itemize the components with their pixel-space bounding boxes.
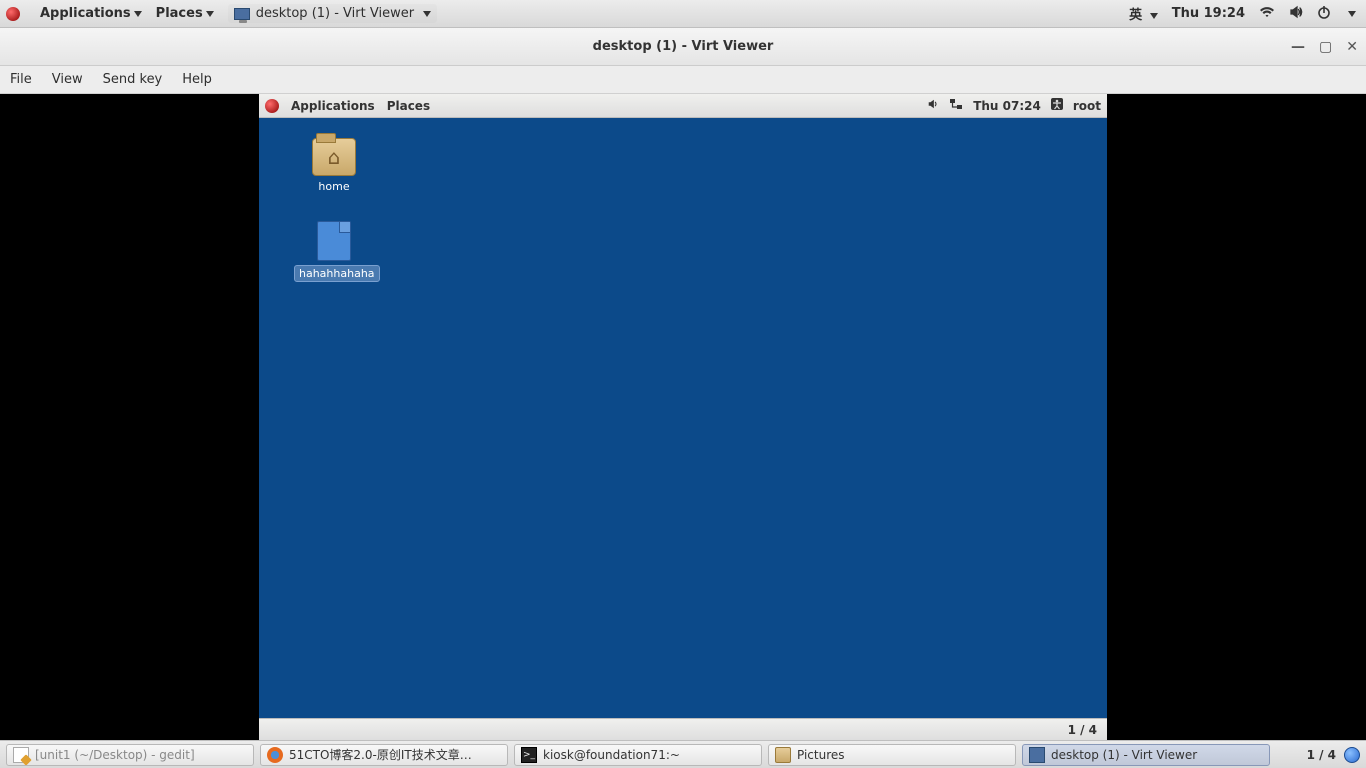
caret-down-icon <box>206 11 214 17</box>
network-icon[interactable] <box>949 98 963 114</box>
folder-icon <box>312 138 356 176</box>
guest-user-label[interactable]: root <box>1073 99 1101 113</box>
monitor-icon <box>234 8 250 20</box>
taskbar-item-firefox[interactable]: 51CTO博客2.0-原创IT技术文章… <box>260 744 508 766</box>
power-icon[interactable] <box>1317 5 1331 23</box>
caret-down-icon <box>134 11 142 17</box>
close-button[interactable]: ✕ <box>1346 39 1358 55</box>
folder-icon <box>775 747 791 763</box>
menu-sendkey[interactable]: Send key <box>103 72 163 87</box>
monitor-icon <box>1029 747 1045 763</box>
show-desktop-icon[interactable] <box>1344 747 1360 763</box>
volume-icon[interactable] <box>927 98 939 114</box>
guest-places-menu[interactable]: Places <box>387 99 430 113</box>
menu-file[interactable]: File <box>10 72 32 87</box>
firefox-icon <box>267 747 283 763</box>
taskbar-label: 51CTO博客2.0-原创IT技术文章… <box>289 746 472 763</box>
host-clock[interactable]: Thu 19:24 <box>1172 6 1245 21</box>
maximize-button[interactable]: ▢ <box>1319 39 1332 55</box>
file-icon <box>317 221 351 261</box>
desktop-icon-file[interactable]: hahahhahaha <box>294 221 374 282</box>
taskbar-item-gedit[interactable]: [unit1 (~/Desktop) - gedit] <box>6 744 254 766</box>
guest-bottom-panel: 1 / 4 <box>259 718 1107 740</box>
taskbar-item-pictures[interactable]: Pictures <box>768 744 1016 766</box>
top-running-app-label: desktop (1) - Virt Viewer <box>256 6 414 21</box>
caret-down-icon <box>1150 13 1158 19</box>
taskbar-item-virtviewer[interactable]: desktop (1) - Virt Viewer <box>1022 744 1270 766</box>
terminal-icon: >_ <box>521 747 537 763</box>
volume-icon[interactable] <box>1289 5 1303 23</box>
menu-view[interactable]: View <box>52 72 83 87</box>
minimize-button[interactable]: — <box>1291 39 1305 55</box>
host-top-panel: Applications Places desktop (1) - Virt V… <box>0 0 1366 28</box>
redhat-logo-icon <box>265 99 279 113</box>
places-menu[interactable]: Places <box>156 6 214 21</box>
guest-viewport: Applications Places Thu 07:24 root <box>0 94 1366 740</box>
desktop-icon-home[interactable]: home <box>294 138 374 193</box>
icon-label: hahahhahaha <box>294 265 380 282</box>
window-titlebar[interactable]: desktop (1) - Virt Viewer — ▢ ✕ <box>0 28 1366 66</box>
guest-workspace-indicator[interactable]: 1 / 4 <box>1068 723 1097 737</box>
redhat-logo-icon <box>6 7 20 21</box>
wifi-icon[interactable] <box>1259 5 1275 22</box>
guest-screen[interactable]: Applications Places Thu 07:24 root <box>259 94 1107 740</box>
menubar: File View Send key Help <box>0 66 1366 94</box>
caret-down-icon <box>423 11 431 17</box>
guest-applications-menu[interactable]: Applications <box>291 99 375 113</box>
menu-help[interactable]: Help <box>182 72 212 87</box>
caret-down-icon <box>1348 11 1356 17</box>
guest-desktop[interactable]: home hahahhahaha <box>259 118 1107 718</box>
host-workspace-indicator[interactable]: 1 / 4 <box>1307 748 1336 762</box>
taskbar-label: kiosk@foundation71:~ <box>543 748 680 762</box>
taskbar-label: Pictures <box>797 748 845 762</box>
icon-label: home <box>318 180 349 193</box>
guest-top-panel: Applications Places Thu 07:24 root <box>259 94 1107 118</box>
taskbar-item-terminal[interactable]: >_ kiosk@foundation71:~ <box>514 744 762 766</box>
gedit-icon <box>13 747 29 763</box>
top-running-app[interactable]: desktop (1) - Virt Viewer <box>228 4 437 23</box>
accessibility-icon[interactable] <box>1051 98 1063 114</box>
host-bottom-panel: [unit1 (~/Desktop) - gedit] 51CTO博客2.0-原… <box>0 740 1366 768</box>
taskbar-label: [unit1 (~/Desktop) - gedit] <box>35 748 195 762</box>
virt-viewer-window: desktop (1) - Virt Viewer — ▢ ✕ File Vie… <box>0 28 1366 740</box>
window-title: desktop (1) - Virt Viewer <box>593 39 774 54</box>
taskbar-label: desktop (1) - Virt Viewer <box>1051 748 1197 762</box>
guest-clock[interactable]: Thu 07:24 <box>973 99 1041 113</box>
applications-menu[interactable]: Applications <box>40 6 142 21</box>
ime-indicator[interactable]: 英 <box>1129 4 1158 23</box>
